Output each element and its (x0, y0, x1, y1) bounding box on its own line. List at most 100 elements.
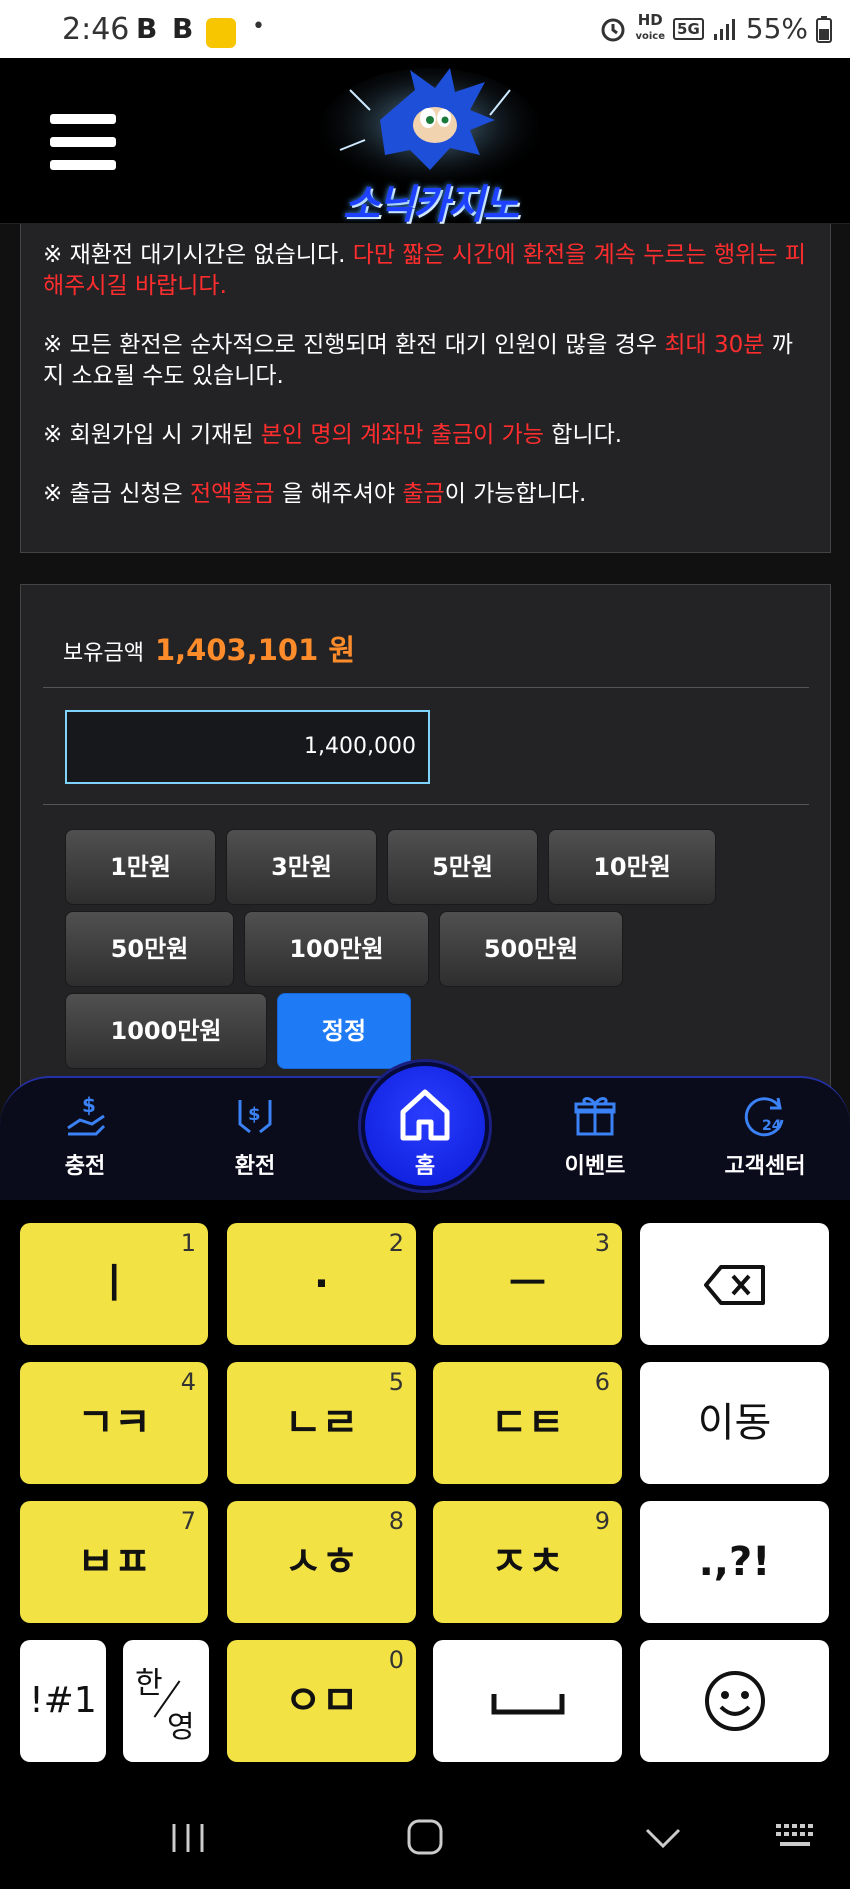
key-5[interactable]: 5 ㄴㄹ (227, 1362, 416, 1484)
dot-icon: • (252, 14, 265, 39)
notice-3: ※ 회원가입 시 기재된 본인 명의 계좌만 출금이 가능 합니다. (43, 420, 810, 451)
site-logo[interactable]: 소닉카지노 (310, 60, 550, 228)
backspace-icon (703, 1265, 765, 1305)
symbols-key[interactable]: !#1 (20, 1640, 106, 1762)
gift-icon (574, 1097, 616, 1136)
key-number: 8 (388, 1507, 404, 1535)
amount-10k-button[interactable]: 1만원 (65, 829, 216, 905)
hd-sub-label: voice (635, 31, 666, 42)
space-key[interactable] (433, 1640, 622, 1762)
lang-bottom-label: 영 (167, 1710, 195, 1745)
key-label: ㅈㅊ (490, 1539, 565, 1585)
notice-text: ※ 회원가입 시 기재된 (43, 422, 261, 448)
move-key[interactable]: 이동 (640, 1362, 829, 1484)
notice-text: 을 해주셔야 (274, 481, 403, 507)
notice-highlight: 전액출금 (190, 481, 275, 507)
lang-toggle-key[interactable]: 한 영 (123, 1640, 209, 1762)
amount-100k-button[interactable]: 10만원 (548, 829, 716, 905)
svg-text:$: $ (248, 1104, 261, 1125)
notice-text: 합니다. (543, 422, 623, 448)
signal-icon (713, 18, 735, 40)
keyboard-switch-icon[interactable] (774, 1822, 816, 1852)
key-1[interactable]: 1ㅣ (20, 1223, 208, 1345)
amount-50k-button[interactable]: 5만원 (387, 829, 538, 905)
recents-icon[interactable] (168, 1820, 208, 1856)
key-4[interactable]: 4 ㄱㅋ (20, 1362, 208, 1484)
notice-highlight: 출금 (402, 481, 445, 507)
key-3[interactable]: 3ㅡ (433, 1223, 622, 1345)
network-icon: 5G (673, 17, 704, 40)
key-label: ㅅㅎ (284, 1539, 359, 1585)
notice-4: ※ 출금 신청은 전액출금 을 해주셔야 출금이 가능합니다. (43, 479, 810, 510)
key-label: ㅂㅍ (77, 1539, 151, 1585)
support-24-icon: 24 (744, 1097, 784, 1137)
withdraw-icon: $ (238, 1100, 272, 1134)
nav-event[interactable]: 이벤트 (530, 1090, 660, 1180)
sonic-mascot-icon (320, 68, 540, 192)
logo-text: 소닉카지노 (343, 182, 519, 228)
home-nav-icon[interactable] (406, 1818, 444, 1856)
key-number: 4 (180, 1368, 196, 1396)
key-number: 0 (388, 1646, 404, 1674)
notice-panel: ※ 재환전 대기시간은 없습니다. 다만 짧은 시간에 환전을 계속 누르는 행… (20, 224, 831, 553)
status-bar: 2:46 B B • HD voice 5G 55% (0, 0, 850, 58)
key-label: ㅡ (509, 1261, 546, 1307)
battery-percent: 55% (745, 12, 808, 45)
key-7[interactable]: 7 ㅂㅍ (20, 1501, 208, 1623)
kakao-icon (206, 18, 236, 48)
punctuation-key[interactable]: .,?! (640, 1501, 829, 1623)
nav-withdraw[interactable]: $ 환전 (190, 1090, 320, 1180)
lang-top-label: 한 (135, 1666, 163, 1701)
key-0[interactable]: 0 ㅇㅁ (227, 1640, 416, 1762)
hd-label: HD (637, 11, 663, 29)
key-number: 3 (594, 1229, 610, 1257)
nav-label: 이벤트 (564, 1154, 626, 1179)
reset-button[interactable]: 정정 (277, 993, 411, 1069)
notice-text: ※ 모든 환전은 순차적으로 진행되며 환전 대기 인원이 많을 경우 (43, 332, 665, 358)
key-label: ㄷㅌ (490, 1400, 565, 1446)
divider (43, 804, 809, 805)
amount-10m-button[interactable]: 1000만원 (65, 993, 267, 1069)
emoji-key[interactable] (640, 1640, 829, 1762)
notice-text: ※ 재환전 대기시간은 없습니다. (43, 242, 353, 268)
key-label: !#1 (29, 1680, 97, 1721)
notice-highlight: 본인 명의 계좌만 출금이 가능 (260, 422, 544, 448)
key-6[interactable]: 6 ㄷㅌ (433, 1362, 622, 1484)
space-icon (491, 1694, 564, 1715)
notice-1: ※ 재환전 대기시간은 없습니다. 다만 짧은 시간에 환전을 계속 누르는 행… (43, 240, 810, 302)
nav-label: 충전 (64, 1154, 106, 1179)
back-down-icon[interactable] (644, 1826, 682, 1850)
key-label: ㅇㅁ (284, 1678, 359, 1724)
balance-row: 보유금액 1,403,101 원 (63, 627, 355, 669)
key-label: ㄴㄹ (284, 1400, 359, 1446)
system-nav (0, 1780, 850, 1889)
menu-icon[interactable] (50, 114, 116, 170)
key-label: 이동 (697, 1400, 772, 1446)
site-header: 소닉카지노 (0, 58, 850, 228)
amount-input[interactable]: 1,400,000 (65, 710, 430, 784)
key-number: 5 (388, 1368, 404, 1396)
amount-1m-button[interactable]: 100만원 (244, 911, 429, 987)
notice-text: 이 가능합니다. (444, 481, 587, 507)
amount-500k-button[interactable]: 50만원 (65, 911, 234, 987)
amount-5m-button[interactable]: 500만원 (439, 911, 623, 987)
key-label: .,?! (698, 1539, 771, 1585)
key-8[interactable]: 8 ㅅㅎ (227, 1501, 416, 1623)
amount-30k-button[interactable]: 3만원 (226, 829, 377, 905)
backspace-key[interactable] (640, 1223, 829, 1345)
b-app-icon: B (136, 12, 158, 45)
svg-text:$: $ (82, 1093, 96, 1117)
nav-support[interactable]: 24 고객센터 (700, 1090, 830, 1180)
key-label: · (313, 1261, 330, 1307)
notice-2: ※ 모든 환전은 순차적으로 진행되며 환전 대기 인원이 많을 경우 최대 3… (43, 330, 810, 392)
key-2[interactable]: 2 · (227, 1223, 416, 1345)
key-label: ㅣ (95, 1261, 133, 1307)
nav-home-button[interactable]: 홈 (361, 1062, 489, 1190)
battery-icon (816, 15, 832, 43)
emoji-icon (704, 1671, 765, 1731)
nav-label: 환전 (234, 1154, 276, 1179)
key-9[interactable]: 9 ㅈㅊ (433, 1501, 622, 1623)
nav-deposit[interactable]: $ 충전 (20, 1090, 150, 1180)
divider (43, 687, 809, 688)
key-number: 6 (594, 1368, 610, 1396)
